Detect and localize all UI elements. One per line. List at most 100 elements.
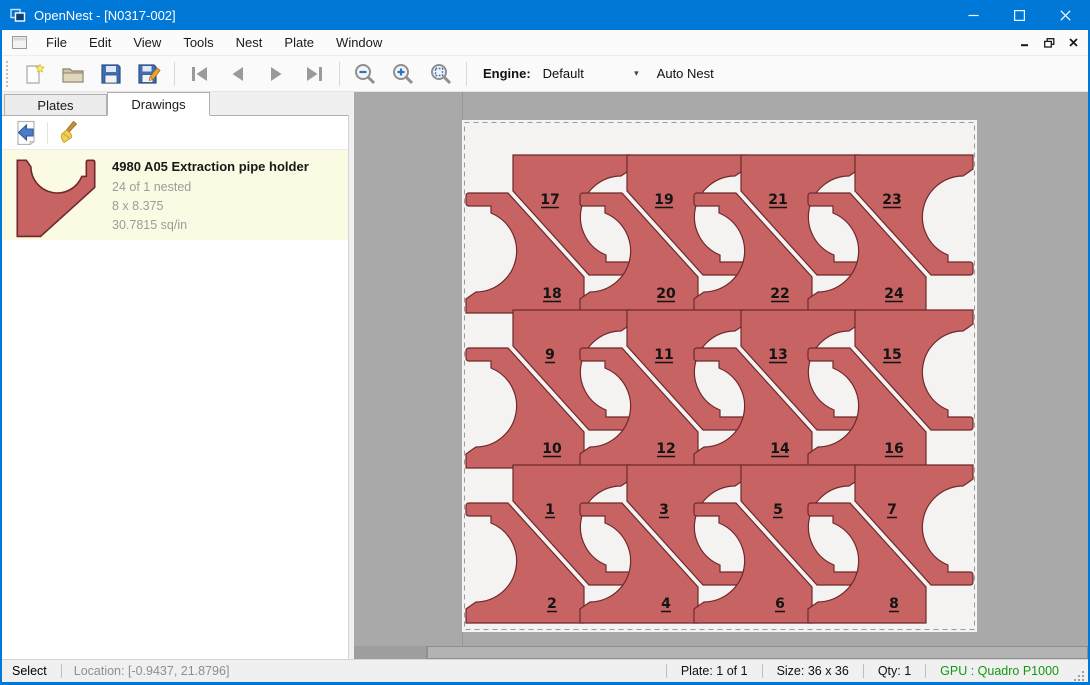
drawing-thumbnail [16, 159, 96, 233]
go-last-button[interactable] [299, 60, 329, 88]
menu-item-file[interactable]: File [35, 31, 78, 54]
open-button[interactable] [58, 60, 88, 88]
menu-item-edit[interactable]: Edit [78, 31, 122, 54]
auto-nest-button[interactable]: Auto Nest [657, 66, 714, 81]
new-drawing-button[interactable] [20, 60, 50, 88]
part-number-23: 23 [882, 192, 901, 208]
save-as-icon [137, 63, 161, 85]
drawing-item[interactable]: 4980 A05 Extraction pipe holder 24 of 1 … [2, 150, 348, 240]
resize-grip[interactable] [1073, 670, 1085, 682]
app-window: OpenNest - [N0317-002] FileEditViewTools… [0, 0, 1090, 685]
status-plate-size: Size: 36 x 36 [763, 664, 863, 678]
scrollbar-thumb[interactable] [427, 646, 1088, 659]
part-number-19: 19 [654, 192, 673, 208]
open-icon [61, 63, 85, 85]
toolbar-grip[interactable] [5, 61, 10, 87]
zoom-fit-icon [429, 62, 453, 86]
part-number-20: 20 [656, 286, 676, 302]
part-number-22: 22 [770, 286, 789, 302]
part-number-24: 24 [884, 286, 904, 302]
mdi-close-button[interactable] [1069, 38, 1078, 47]
part-number-14: 14 [770, 441, 790, 457]
menu-item-plate[interactable]: Plate [273, 31, 325, 54]
panel-body: 4980 A05 Extraction pipe holder 24 of 1 … [2, 115, 349, 659]
panel-toolbar [2, 116, 348, 150]
horizontal-scrollbar[interactable] [354, 646, 1088, 659]
part-number-7: 7 [887, 502, 897, 518]
maximize-icon [1014, 10, 1025, 21]
toolbar-separator [174, 62, 175, 86]
drawing-list: 4980 A05 Extraction pipe holder 24 of 1 … [2, 150, 348, 659]
menu-item-nest[interactable]: Nest [225, 31, 274, 54]
minimize-icon [968, 10, 979, 21]
part-number-10: 10 [542, 441, 562, 457]
panel-toolbar-separator [47, 122, 48, 144]
drawing-nested-info: 24 of 1 nested [112, 178, 309, 197]
zoom-fit-button[interactable] [426, 60, 456, 88]
window-title: OpenNest - [N0317-002] [34, 8, 950, 23]
menubar: FileEditViewToolsNestPlateWindow [2, 30, 1088, 56]
save-button[interactable] [96, 60, 126, 88]
mdi-restore-button[interactable] [1044, 38, 1055, 48]
menu-item-tools[interactable]: Tools [172, 31, 224, 54]
drawing-title: 4980 A05 Extraction pipe holder [112, 159, 309, 174]
part-number-1: 1 [545, 502, 555, 518]
mdi-controls [1021, 38, 1088, 48]
close-icon [1060, 10, 1071, 21]
save-as-button[interactable] [134, 60, 164, 88]
main-area: PlatesDrawings [2, 92, 1088, 659]
part-number-8: 8 [889, 596, 899, 612]
part-number-16: 16 [884, 441, 903, 457]
part-number-21: 21 [768, 192, 787, 208]
titlebar: OpenNest - [N0317-002] [2, 0, 1088, 30]
menu-item-view[interactable]: View [122, 31, 172, 54]
maximize-button[interactable] [996, 0, 1042, 30]
menu-item-window[interactable]: Window [325, 31, 393, 54]
plate-svg: 171819202122232491011121314151612345678 [462, 120, 977, 632]
tab-drawings[interactable]: Drawings [107, 92, 210, 116]
mdi-restore-icon [1044, 38, 1055, 48]
mdi-minimize-icon [1021, 38, 1030, 47]
drawing-thumbnail-shape [17, 160, 94, 236]
panel-tabs: PlatesDrawings [2, 92, 354, 115]
part-number-15: 15 [882, 347, 901, 363]
drawing-item-text: 4980 A05 Extraction pipe holder 24 of 1 … [112, 157, 309, 233]
import-drawing-icon [14, 120, 38, 145]
minimize-button[interactable] [950, 0, 996, 30]
tab-plates[interactable]: Plates [4, 94, 107, 115]
go-next-button[interactable] [261, 60, 291, 88]
go-last-icon [302, 65, 326, 83]
combo-arrow-icon: ▾ [634, 68, 639, 79]
zoom-in-button[interactable] [388, 60, 418, 88]
clean-button[interactable] [55, 119, 83, 147]
nest-canvas[interactable]: 171819202122232491011121314151612345678 [354, 92, 1088, 659]
scrollbar-track[interactable] [354, 646, 427, 659]
go-next-icon [264, 65, 288, 83]
drawing-dimensions: 8 x 8.375 [112, 197, 309, 216]
import-drawing-button[interactable] [12, 119, 40, 147]
zoom-out-icon [353, 62, 377, 86]
part-number-12: 12 [656, 441, 675, 457]
menu-items: FileEditViewToolsNestPlateWindow [35, 31, 1021, 54]
go-first-button[interactable] [185, 60, 215, 88]
statusbar: Select Location: [-0.9437, 21.8796] Plat… [2, 659, 1088, 682]
part-number-2: 2 [547, 596, 557, 612]
zoom-out-button[interactable] [350, 60, 380, 88]
left-panel: PlatesDrawings [2, 92, 354, 659]
clean-icon [57, 120, 81, 145]
engine-combobox[interactable]: Default ▾ [539, 62, 643, 86]
part-number-5: 5 [773, 502, 783, 518]
child-window-icon[interactable] [12, 36, 27, 49]
part-number-9: 9 [545, 347, 555, 363]
mdi-minimize-button[interactable] [1021, 38, 1030, 47]
part-number-17: 17 [540, 192, 559, 208]
mdi-close-icon [1069, 38, 1078, 47]
plate: 171819202122232491011121314151612345678 [462, 120, 977, 632]
part-number-13: 13 [768, 347, 787, 363]
part-number-18: 18 [542, 286, 561, 302]
toolbar-separator [339, 62, 340, 86]
go-previous-button[interactable] [223, 60, 253, 88]
part-number-11: 11 [654, 347, 673, 363]
save-icon [100, 63, 122, 85]
close-button[interactable] [1042, 0, 1088, 30]
